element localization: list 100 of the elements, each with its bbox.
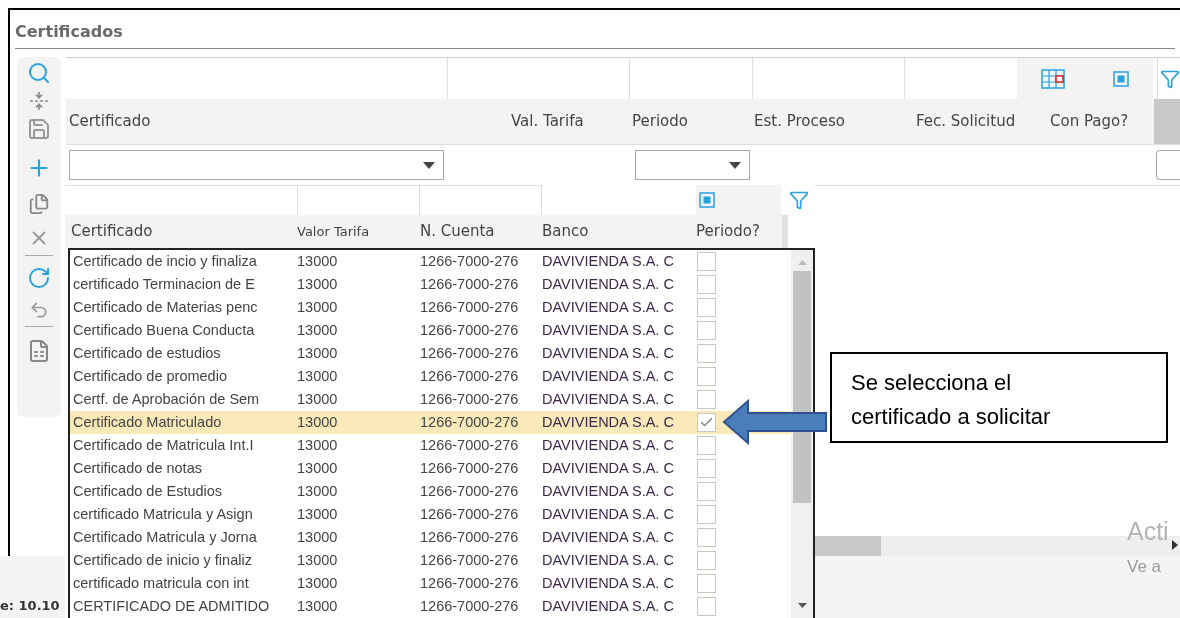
checkbox[interactable] bbox=[697, 413, 716, 432]
column-header[interactable]: Est. Proceso bbox=[754, 110, 916, 133]
table-cell-text: 1266-7000-276 bbox=[420, 458, 520, 478]
header-cell bbox=[1154, 99, 1180, 144]
certificado-dropdown[interactable] bbox=[69, 150, 444, 180]
table-cell-text: Certificado Matricula y Jorna bbox=[72, 527, 258, 547]
scrollbar-thumb[interactable] bbox=[793, 271, 811, 503]
table-cell-text: Certificado de Materias penc bbox=[72, 297, 259, 317]
table-cell-text: certificado Terminacion de E bbox=[72, 274, 256, 294]
table-cell-text: certificado matricula con int bbox=[72, 573, 250, 593]
column-header[interactable]: Con Pago? bbox=[1050, 110, 1154, 133]
table-cell-text: 13000 bbox=[297, 527, 339, 547]
table-cell-text: Certificado de Matricula Int.I bbox=[72, 435, 255, 455]
table-cell-text: 1266-7000-276 bbox=[420, 412, 520, 432]
table-icon[interactable] bbox=[1041, 68, 1065, 89]
table-cell-text: 13000 bbox=[297, 412, 339, 432]
table-cell-text: 1266-7000-276 bbox=[420, 274, 520, 294]
select-all-icon[interactable] bbox=[1113, 70, 1129, 87]
table-cell-text: Certificado de promedio bbox=[72, 366, 228, 386]
table-cell-text: Certf. de Aprobación de Sem bbox=[72, 389, 261, 409]
table-cell-text: DAVIVIENDA S.A. C bbox=[542, 527, 675, 547]
watermark-text: Acti bbox=[1127, 516, 1169, 546]
select-all-icon[interactable] bbox=[699, 192, 715, 208]
checkbox[interactable] bbox=[697, 298, 716, 317]
column-header[interactable]: Certificado bbox=[65, 220, 297, 243]
callout-note: Se selecciona el certificado a solicitar bbox=[830, 352, 1168, 443]
save-icon[interactable] bbox=[27, 117, 51, 141]
checkbox[interactable] bbox=[697, 528, 716, 547]
window-title: Certificados bbox=[15, 22, 123, 41]
table-cell-text: 13000 bbox=[297, 389, 339, 409]
column-header[interactable]: Fec. Solicitud bbox=[916, 110, 1050, 133]
table-cell-text: CERTIFICADO DE ADMITIDO bbox=[72, 596, 271, 616]
filter-icon[interactable] bbox=[789, 190, 809, 210]
column-header[interactable]: Certificado bbox=[66, 110, 511, 133]
undo-icon[interactable] bbox=[29, 300, 49, 320]
table-cell-text: 13000 bbox=[297, 297, 339, 317]
checkbox[interactable] bbox=[697, 551, 716, 570]
status-text: e: 10.10 bbox=[0, 597, 60, 615]
table-cell-text: 1266-7000-276 bbox=[420, 527, 520, 547]
column-header[interactable]: Periodo bbox=[632, 110, 754, 133]
checkbox[interactable] bbox=[697, 275, 716, 294]
table-cell-text: Certificado de incio y finaliza bbox=[72, 251, 258, 271]
table-cell-text: 13000 bbox=[297, 274, 339, 294]
checkbox[interactable] bbox=[697, 344, 716, 363]
table-cell-text: DAVIVIENDA S.A. C bbox=[542, 504, 675, 524]
table-cell-text: 1266-7000-276 bbox=[420, 389, 520, 409]
table-cell-text: Certificado Buena Conducta bbox=[72, 320, 256, 340]
table-cell-text: 13000 bbox=[297, 504, 339, 524]
checkbox[interactable] bbox=[697, 390, 716, 409]
table-cell-text: DAVIVIENDA S.A. C bbox=[542, 458, 675, 478]
column-header[interactable]: N. Cuenta bbox=[420, 220, 542, 243]
checkbox[interactable] bbox=[697, 574, 716, 593]
table-cell-text: 13000 bbox=[297, 366, 339, 386]
checkbox[interactable] bbox=[697, 482, 716, 501]
column-header[interactable]: Periodo? bbox=[696, 220, 760, 243]
list-row[interactable]: Certificado Matriculado 13000 1266-7000-276 DAVIVIENDA S.A. C bbox=[70, 411, 791, 434]
table-cell-text: 13000 bbox=[297, 573, 339, 593]
column-header[interactable]: Val. Tarifa bbox=[511, 110, 632, 133]
scrollbar-thumb[interactable] bbox=[814, 536, 881, 556]
table-cell-text: 1266-7000-276 bbox=[420, 343, 520, 363]
copy-icon[interactable] bbox=[28, 193, 50, 215]
column-header[interactable]: Banco bbox=[542, 220, 696, 243]
checkbox[interactable] bbox=[697, 459, 716, 478]
filter-icon[interactable] bbox=[1160, 68, 1180, 89]
table-cell-text: DAVIVIENDA S.A. C bbox=[542, 343, 675, 363]
table-cell-text: 13000 bbox=[297, 596, 339, 616]
vertical-scrollbar[interactable] bbox=[791, 250, 813, 618]
table-cell-text: DAVIVIENDA S.A. C bbox=[542, 297, 675, 317]
table-cell-text: Certificado de notas bbox=[72, 458, 203, 478]
table-cell-text: 1266-7000-276 bbox=[420, 251, 520, 271]
checkbox[interactable] bbox=[697, 321, 716, 340]
checkbox[interactable] bbox=[697, 436, 716, 455]
checkbox[interactable] bbox=[697, 505, 716, 524]
table-cell-text: 1266-7000-276 bbox=[420, 596, 520, 616]
scroll-up-icon[interactable] bbox=[797, 260, 807, 265]
collapse-icon[interactable] bbox=[29, 91, 49, 111]
table-cell-text: DAVIVIENDA S.A. C bbox=[542, 481, 675, 501]
checkbox[interactable] bbox=[697, 367, 716, 386]
table-cell-text: DAVIVIENDA S.A. C bbox=[542, 320, 675, 340]
table-cell-text: DAVIVIENDA S.A. C bbox=[542, 389, 675, 409]
table-cell-text: 1266-7000-276 bbox=[420, 366, 520, 386]
refresh-icon[interactable] bbox=[27, 266, 51, 290]
scroll-down-icon[interactable] bbox=[797, 603, 807, 608]
periodo-dropdown[interactable] bbox=[635, 150, 750, 180]
column-header[interactable]: Valor Tarifa bbox=[297, 224, 420, 239]
checkbox[interactable] bbox=[697, 252, 716, 271]
table-cell-text: Certificado de Estudios bbox=[72, 481, 224, 501]
table-cell-text: DAVIVIENDA S.A. C bbox=[542, 251, 675, 271]
table-cell-text: 13000 bbox=[297, 435, 339, 455]
scroll-right-icon[interactable] bbox=[1172, 540, 1178, 550]
table-cell-text: DAVIVIENDA S.A. C bbox=[542, 274, 675, 294]
table-cell-text: 13000 bbox=[297, 320, 339, 340]
search-icon[interactable] bbox=[27, 61, 51, 85]
caret-icon bbox=[423, 161, 435, 169]
table-cell-text: DAVIVIENDA S.A. C bbox=[542, 573, 675, 593]
input-field[interactable] bbox=[1156, 150, 1180, 180]
table-cell-text: 1266-7000-276 bbox=[420, 320, 520, 340]
checkbox[interactable] bbox=[697, 597, 716, 616]
table-cell-text: DAVIVIENDA S.A. C bbox=[542, 366, 675, 386]
table-cell-text: 13000 bbox=[297, 251, 339, 271]
